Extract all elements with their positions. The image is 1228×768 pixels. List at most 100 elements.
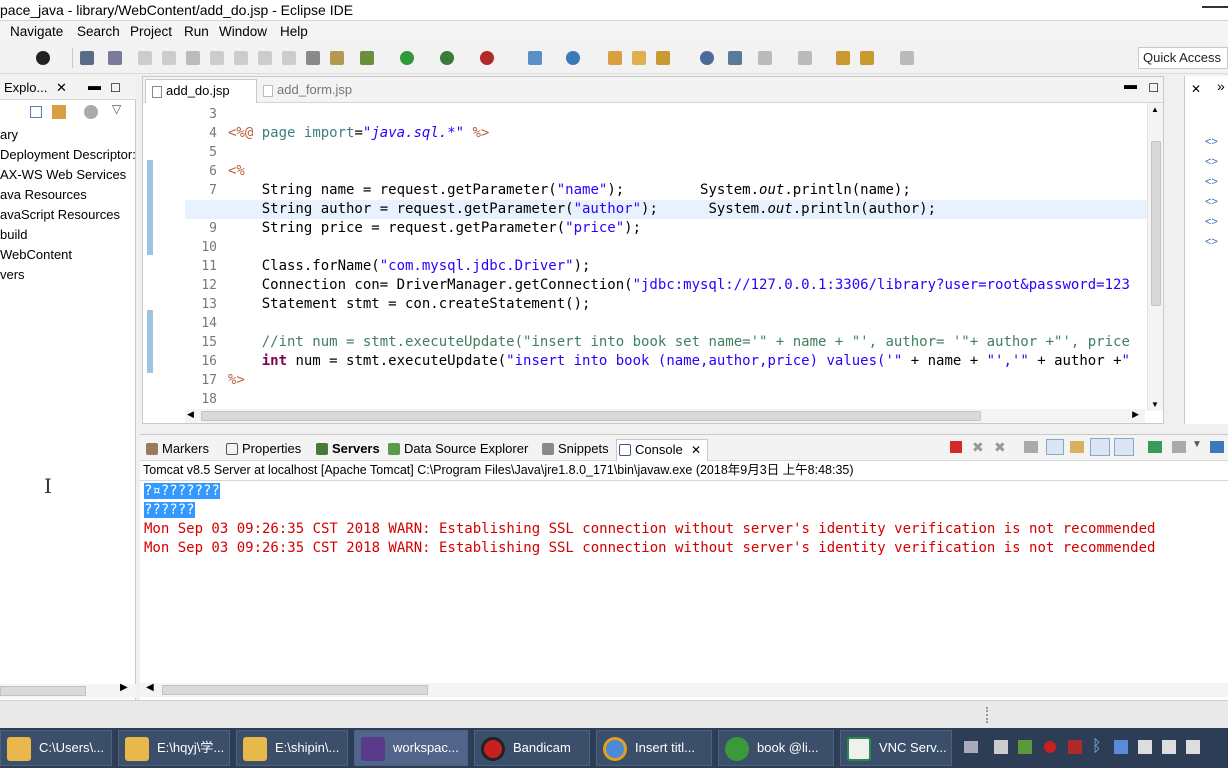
scroll-lock-icon[interactable] — [1046, 439, 1064, 455]
forward-icon[interactable] — [900, 51, 914, 65]
step-into-icon[interactable] — [234, 51, 248, 65]
taskbar-item-chrome[interactable]: Insert titl... — [596, 730, 712, 766]
suspend-icon[interactable] — [162, 51, 176, 65]
step-return-icon[interactable] — [282, 51, 296, 65]
minimize-icon[interactable] — [1202, 6, 1228, 8]
close-icon[interactable]: ✕ — [691, 440, 701, 460]
network-icon[interactable] — [1138, 740, 1152, 754]
shield-icon[interactable] — [1114, 740, 1128, 754]
tree-item[interactable]: avaScript Resources — [0, 206, 120, 224]
tree-item[interactable]: AX-WS Web Services — [0, 166, 126, 184]
show-on-error-icon[interactable] — [1114, 438, 1134, 456]
menu-run[interactable]: Run — [184, 21, 209, 42]
show-on-output-icon[interactable] — [1090, 438, 1110, 456]
debug-icon[interactable] — [360, 51, 374, 65]
run-server-icon[interactable] — [440, 51, 454, 65]
menu-window[interactable]: Window — [219, 21, 267, 42]
console-line[interactable]: Mon Sep 03 09:26:35 CST 2018 WARN: Estab… — [144, 520, 1155, 539]
annotation-icon[interactable] — [728, 51, 742, 65]
taskbar-item-explorer[interactable]: C:\Users\... — [0, 730, 112, 766]
use-step-filters-icon[interactable] — [330, 51, 344, 65]
taskbar-item-database[interactable]: book @li... — [718, 730, 834, 766]
tag-icon[interactable]: <> — [1205, 236, 1218, 248]
skip-breakpoints-icon[interactable] — [108, 51, 122, 65]
last-edit-icon[interactable] — [836, 51, 850, 65]
tag-icon[interactable]: <> — [1205, 156, 1218, 168]
terminate-icon[interactable] — [950, 441, 962, 453]
console-line[interactable]: Mon Sep 03 09:26:35 CST 2018 WARN: Estab… — [144, 539, 1155, 558]
tag-icon[interactable]: <> — [1205, 196, 1218, 208]
minimize-icon[interactable]: ▬ — [1124, 77, 1137, 92]
tree-item[interactable]: build — [0, 226, 27, 244]
collapse-all-icon[interactable] — [30, 106, 42, 118]
maximize-icon[interactable]: ☐ — [1148, 81, 1159, 95]
tree-item[interactable]: WebContent — [0, 246, 72, 264]
more-views-icon[interactable]: » — [1217, 78, 1225, 94]
profile-icon[interactable] — [36, 51, 50, 65]
project-explorer-title[interactable]: Explo... — [4, 76, 47, 100]
external-tools-icon[interactable] — [480, 51, 494, 65]
taskbar-item-bandicam[interactable]: Bandicam — [474, 730, 590, 766]
console-icon[interactable] — [80, 51, 94, 65]
scroll-left-icon[interactable]: ◀ — [187, 409, 194, 420]
menu-search[interactable]: Search — [77, 21, 120, 42]
scroll-right-icon[interactable]: ▶ — [120, 682, 128, 693]
open-console-icon[interactable] — [1210, 441, 1224, 453]
view-menu-icon[interactable]: ▽ — [112, 102, 121, 116]
tag-icon[interactable]: <> — [1205, 176, 1218, 188]
chevron-down-icon[interactable]: ▼ — [1192, 439, 1202, 450]
code-area[interactable]: 3 4 5 6 7 8 9 10 11 12 13 14 15 16 17 18… — [185, 103, 1147, 413]
tray-icon[interactable] — [994, 740, 1008, 754]
menu-help[interactable]: Help — [280, 21, 308, 42]
back-icon[interactable] — [860, 51, 874, 65]
next-annotation-icon[interactable] — [758, 51, 772, 65]
explorer-horizontal-scrollbar[interactable]: ▶ — [0, 682, 136, 698]
tree-item[interactable]: ary — [0, 126, 18, 144]
tab-data-source-explorer[interactable]: Data Source Explorer — [386, 439, 528, 461]
tag-icon[interactable]: <> — [1205, 216, 1218, 228]
editor-vertical-scrollbar[interactable]: ▲ ▼ — [1147, 103, 1163, 411]
scroll-right-icon[interactable]: ▶ — [1132, 409, 1139, 420]
tab-markers[interactable]: Markers — [144, 439, 209, 461]
tray-record-icon[interactable] — [1044, 741, 1056, 753]
keyboard-icon[interactable] — [964, 741, 978, 753]
console-line[interactable]: ?????? — [144, 501, 195, 520]
minimize-icon[interactable]: ▬ — [88, 74, 101, 98]
resume-icon[interactable] — [138, 51, 152, 65]
menu-navigate[interactable]: Navigate — [10, 21, 63, 42]
tab-console[interactable]: Console ✕ — [616, 439, 708, 461]
scrollbar-thumb[interactable] — [1151, 141, 1161, 306]
scroll-up-icon[interactable]: ▲ — [1151, 105, 1159, 114]
previous-annotation-icon[interactable] — [798, 51, 812, 65]
open-type-icon[interactable] — [608, 51, 622, 65]
console-horizontal-scrollbar[interactable]: ◀ — [140, 682, 1228, 697]
tab-add-form-jsp[interactable]: add_form.jsp — [257, 79, 367, 103]
taskbar-item-explorer[interactable]: E:\hqyj\学... — [118, 730, 230, 766]
pin-console-icon[interactable] — [1148, 441, 1162, 453]
taskbar-item-explorer[interactable]: E:\shipin\... — [236, 730, 348, 766]
tab-snippets[interactable]: Snippets — [540, 439, 609, 461]
word-wrap-icon[interactable] — [1070, 441, 1084, 453]
maximize-icon[interactable]: ☐ — [110, 76, 121, 100]
tab-servers[interactable]: Servers — [314, 439, 380, 461]
close-icon[interactable]: ✕ — [1191, 82, 1201, 96]
step-over-icon[interactable] — [258, 51, 272, 65]
remove-launch-icon[interactable]: ✖ — [972, 439, 984, 456]
display-console-icon[interactable] — [1172, 441, 1186, 453]
console-line[interactable]: ?¤??????? — [144, 482, 220, 501]
tag-icon[interactable]: <> — [1205, 136, 1218, 148]
taskbar-item-vnc[interactable]: VNC Serv... — [840, 730, 952, 766]
new-server-icon[interactable] — [528, 51, 542, 65]
remove-all-icon[interactable]: ✖ — [994, 439, 1006, 456]
scroll-left-icon[interactable]: ◀ — [146, 682, 154, 693]
scrollbar-thumb[interactable] — [201, 411, 981, 421]
notification-icon[interactable] — [1186, 740, 1200, 754]
bluetooth-icon[interactable]: ᛒ — [1092, 738, 1102, 756]
editor-horizontal-scrollbar[interactable]: ◀ ▶ — [185, 409, 1145, 423]
clear-console-icon[interactable] — [1024, 441, 1038, 453]
scroll-down-icon[interactable]: ▼ — [1151, 400, 1159, 409]
disconnect-icon[interactable] — [210, 51, 224, 65]
link-with-editor-icon[interactable] — [52, 105, 66, 119]
tab-add-do-jsp[interactable]: add_do.jsp — [145, 79, 257, 103]
tray-icon[interactable] — [1018, 740, 1032, 754]
